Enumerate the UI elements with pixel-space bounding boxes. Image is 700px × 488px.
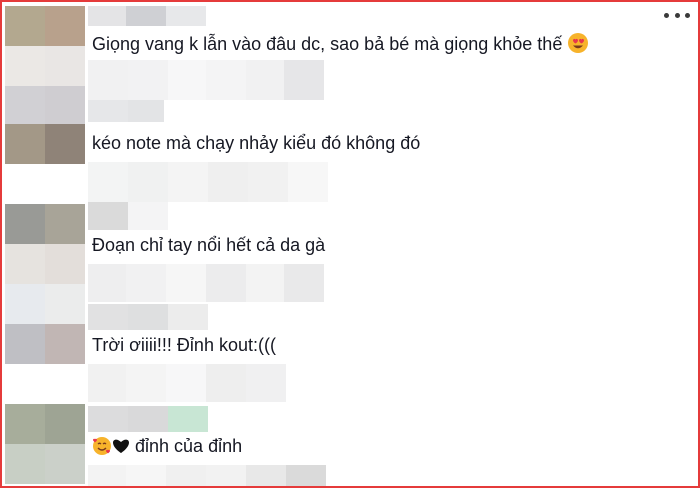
avatar[interactable] — [5, 404, 85, 484]
blurred-comment-meta — [88, 364, 286, 402]
blurred-comment-meta — [88, 264, 324, 302]
comment-screenshot-frame: Giọng vang k lẫn vào đâu dc, sao bả bé m… — [0, 0, 700, 488]
comment-text: Giọng vang k lẫn vào đâu dc, sao bả bé m… — [92, 32, 589, 55]
black-heart-icon — [113, 439, 129, 453]
avatar[interactable] — [5, 284, 85, 324]
blurred-comment-meta — [88, 465, 326, 486]
blurred-username[interactable] — [88, 6, 206, 26]
comment-body: Giọng vang k lẫn vào đâu dc, sao bả bé m… — [92, 34, 563, 54]
avatar[interactable] — [5, 6, 85, 86]
smiling-face-with-heart-eyes-icon — [568, 33, 589, 53]
blurred-username[interactable] — [88, 304, 208, 330]
comment-text: Trời ơiiii!!! Đỉnh kout:((( — [92, 335, 276, 355]
comment-body: đỉnh của đỉnh — [135, 436, 243, 456]
blurred-comment-meta — [88, 60, 324, 100]
avatar[interactable] — [5, 204, 85, 284]
comment-text: kéo note mà chạy nhảy kiểu đó không đó — [92, 133, 421, 153]
avatar[interactable] — [5, 86, 85, 126]
smiling-face-with-hearts-icon — [93, 437, 111, 455]
avatar[interactable] — [5, 124, 85, 164]
comment-text: Đoạn chỉ tay nổi hết cả da gà — [92, 235, 326, 255]
blurred-username[interactable] — [88, 100, 164, 122]
blurred-username[interactable] — [88, 406, 208, 432]
more-options-icon[interactable] — [664, 8, 690, 22]
avatar[interactable] — [5, 324, 85, 364]
blurred-username[interactable] — [88, 202, 168, 230]
comment-text: đỉnh của đỉnh — [92, 435, 242, 457]
blurred-comment-meta — [88, 162, 328, 202]
